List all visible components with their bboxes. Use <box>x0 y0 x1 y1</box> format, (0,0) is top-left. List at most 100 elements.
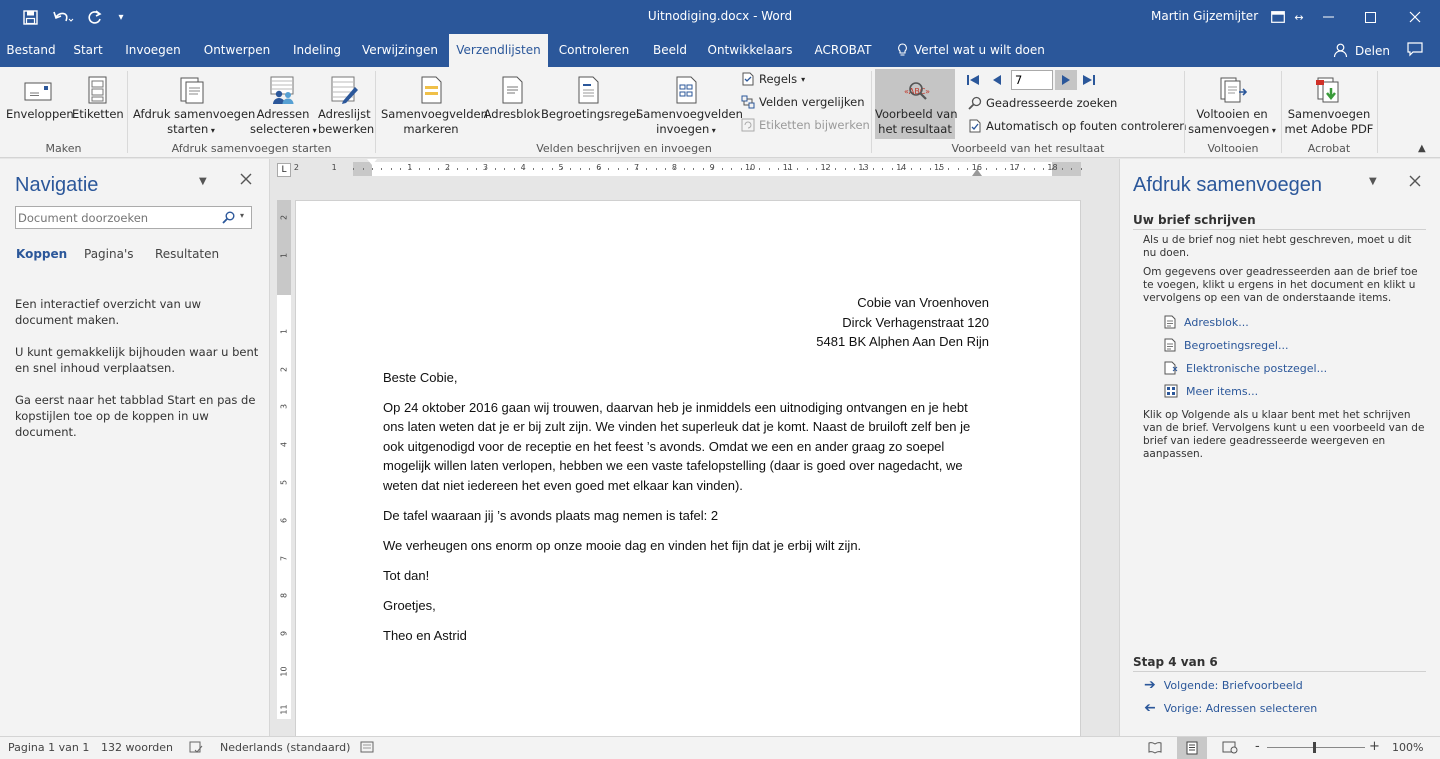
link-begroetingsregel[interactable]: Begroetingsregel... <box>1164 338 1288 352</box>
nav-tab-paginas[interactable]: Pagina's <box>84 247 134 261</box>
task-pane-title: Afdruk samenvoegen <box>1133 174 1323 196</box>
enveloppen-button[interactable]: Enveloppen <box>6 75 74 122</box>
comments-icon[interactable] <box>1407 42 1423 60</box>
nav-tab-koppen[interactable]: Koppen <box>16 247 67 261</box>
print-layout-icon[interactable] <box>1177 737 1207 759</box>
tab-bestand[interactable]: Bestand <box>0 34 62 67</box>
tell-me-box[interactable]: Vertel wat u wilt doen <box>897 43 1045 57</box>
search-dropdown-icon[interactable]: ▾ <box>240 211 244 220</box>
voltooien-samenvoegen-button[interactable]: Voltooien en samenvoegen ▾ <box>1188 75 1276 138</box>
zoom-in-button[interactable]: + <box>1369 740 1380 754</box>
previous-step-link[interactable]: ➔ Vorige: Adressen selecteren <box>1144 700 1317 716</box>
web-layout-icon[interactable] <box>1222 740 1238 757</box>
tab-invoegen[interactable]: Invoegen <box>122 34 184 67</box>
tab-ontwikkelaars[interactable]: Ontwikkelaars <box>706 34 794 67</box>
adobe-pdf-merge-button[interactable]: Samenvoegen met Adobe PDF <box>1284 75 1374 137</box>
next-step-link[interactable]: ➔ Volgende: Briefvoorbeeld <box>1144 677 1303 693</box>
navigation-title: Navigatie <box>15 174 99 196</box>
read-mode-icon[interactable] <box>1148 740 1162 757</box>
zoom-slider-thumb[interactable] <box>1313 742 1316 753</box>
previous-step-label: Vorige: Adressen selecteren <box>1163 701 1318 715</box>
link-adresblok[interactable]: Adresblok... <box>1164 315 1249 329</box>
task-pane-options-icon[interactable]: ▼ <box>1369 176 1377 187</box>
link-meer-items[interactable]: Meer items... <box>1164 384 1258 398</box>
status-bar: Pagina 1 van 1 132 woorden Nederlands (s… <box>0 736 1440 759</box>
close-task-pane-icon[interactable] <box>1409 175 1421 190</box>
tab-ontwerpen[interactable]: Ontwerpen <box>199 34 275 67</box>
auto-controleren-button[interactable]: Automatisch op fouten controleren <box>968 119 1187 133</box>
search-input[interactable] <box>18 209 216 226</box>
tab-verzendlijsten[interactable]: Verzendlijsten <box>449 34 548 67</box>
arrow-left-icon: ➔ <box>1144 700 1156 716</box>
document-icon <box>1164 338 1176 352</box>
ruler-label: 1 <box>279 328 289 334</box>
next-record-icon[interactable] <box>1055 70 1077 90</box>
language[interactable]: Nederlands (standaard) <box>220 741 350 754</box>
share-button[interactable]: Delen <box>1333 43 1390 58</box>
velden-vergelijken-button[interactable]: Velden vergelijken <box>741 95 865 109</box>
proofing-icon[interactable] <box>189 740 203 757</box>
voorbeeld-label-2: het resultaat <box>878 122 952 136</box>
select-recipients-icon <box>268 75 298 105</box>
last-record-icon[interactable] <box>1082 73 1096 90</box>
maximize-icon[interactable] <box>1360 7 1380 27</box>
voorbeeld-resultaat-button[interactable]: «ABC» Voorbeeld van het resultaat <box>875 69 958 139</box>
auto-controleren-label: Automatisch op fouten controleren <box>986 119 1187 133</box>
ribbon-tabs: Bestand Start Invoegen Ontwerpen Indelin… <box>0 34 1440 67</box>
tab-verwijzingen[interactable]: Verwijzingen <box>360 34 440 67</box>
zoom-out-button[interactable]: - <box>1255 740 1260 754</box>
tab-start[interactable]: Start <box>68 34 108 67</box>
tab-acrobat[interactable]: ACROBAT <box>810 34 876 67</box>
samenvoegvelden-invoegen-button[interactable]: Samenvoegvelden invoegen ▾ <box>636 75 743 138</box>
navigation-pane: Navigatie ▼ ▾ Koppen Pagina's Resultaten… <box>0 159 270 736</box>
resize-icon[interactable]: ↔ <box>1290 7 1308 27</box>
page-count[interactable]: Pagina 1 van 1 <box>8 741 89 754</box>
geadresseerde-zoeken-button[interactable]: Geadresseerde zoeken <box>968 96 1117 110</box>
letter-body[interactable]: Cobie van Vroenhoven Dirck Verhagenstraa… <box>383 293 989 656</box>
adresblok-button[interactable]: Adresblok <box>483 75 541 122</box>
tab-controleren[interactable]: Controleren <box>556 34 632 67</box>
adreslijst-label-2: bewerken <box>318 122 375 136</box>
zoom-slider[interactable] <box>1267 747 1365 748</box>
search-icon[interactable] <box>222 211 235 224</box>
word-count[interactable]: 132 woorden <box>101 741 173 754</box>
group-afdruk-label: Afdruk samenvoegen starten <box>171 142 332 155</box>
close-icon[interactable] <box>1405 7 1425 27</box>
minimize-icon[interactable] <box>1318 7 1338 27</box>
ruler-label: 1 <box>279 253 289 259</box>
link-elektronische-postzegel[interactable]: Elektronische postzegel... <box>1164 361 1327 375</box>
zoom-level[interactable]: 100% <box>1392 741 1423 754</box>
adreslijst-bewerken-button[interactable]: Adreslijst bewerken <box>318 75 375 137</box>
tab-indeling[interactable]: Indeling <box>288 34 346 67</box>
task-text-3: Klik op Volgende als u klaar bent met he… <box>1143 409 1425 460</box>
collapse-ribbon-icon[interactable]: ▲ <box>1418 143 1426 154</box>
begroetingsregel-button[interactable]: Begroetingsregel <box>541 75 639 122</box>
horizontal-ruler[interactable]: 21123456789101112131415161718 <box>294 159 1082 176</box>
tab-selector-icon[interactable]: L <box>277 163 291 177</box>
nav-tab-resultaten[interactable]: Resultaten <box>155 247 219 261</box>
document-page[interactable]: Cobie van Vroenhoven Dirck Verhagenstraa… <box>295 200 1081 736</box>
ruler-label: 2 <box>279 366 289 372</box>
regels-button[interactable]: Regels ▾ <box>741 72 805 86</box>
address-line: 5481 BK Alphen Aan Den Rijn <box>816 334 989 349</box>
check-errors-icon <box>969 119 981 133</box>
ribbon-display-icon[interactable] <box>1268 7 1288 27</box>
first-record-icon[interactable] <box>966 73 980 90</box>
close-pane-icon[interactable] <box>240 173 252 188</box>
pane-options-icon[interactable]: ▼ <box>199 176 207 187</box>
tab-beeld[interactable]: Beeld <box>647 34 693 67</box>
macro-icon[interactable] <box>360 740 374 757</box>
vertical-ruler[interactable]: 2 1 1 2 3 4 5 6 7 8 9 10 11 <box>277 200 291 719</box>
previous-record-icon[interactable] <box>990 73 1004 90</box>
etiketten-button[interactable]: Etiketten <box>72 75 124 122</box>
search-box[interactable]: ▾ <box>15 206 252 229</box>
task-text-1: Als u de brief nog niet hebt geschreven,… <box>1143 234 1412 259</box>
record-number-input[interactable] <box>1011 70 1053 90</box>
user-name[interactable]: Martin Gijzemijter <box>1151 9 1258 23</box>
samenvoegvelden-markeren-button[interactable]: Samenvoegvelden markeren <box>381 75 488 137</box>
first-line-indent-marker <box>367 159 377 165</box>
afdruk-starten-button[interactable]: Afdruk samenvoegen starten ▾ <box>133 75 255 138</box>
etiketten-bijwerken-button[interactable]: Etiketten bijwerken <box>741 118 870 132</box>
adressen-selecteren-button[interactable]: Adressen selecteren ▾ <box>250 75 317 138</box>
next-step-label: Volgende: Briefvoorbeeld <box>1163 678 1303 692</box>
